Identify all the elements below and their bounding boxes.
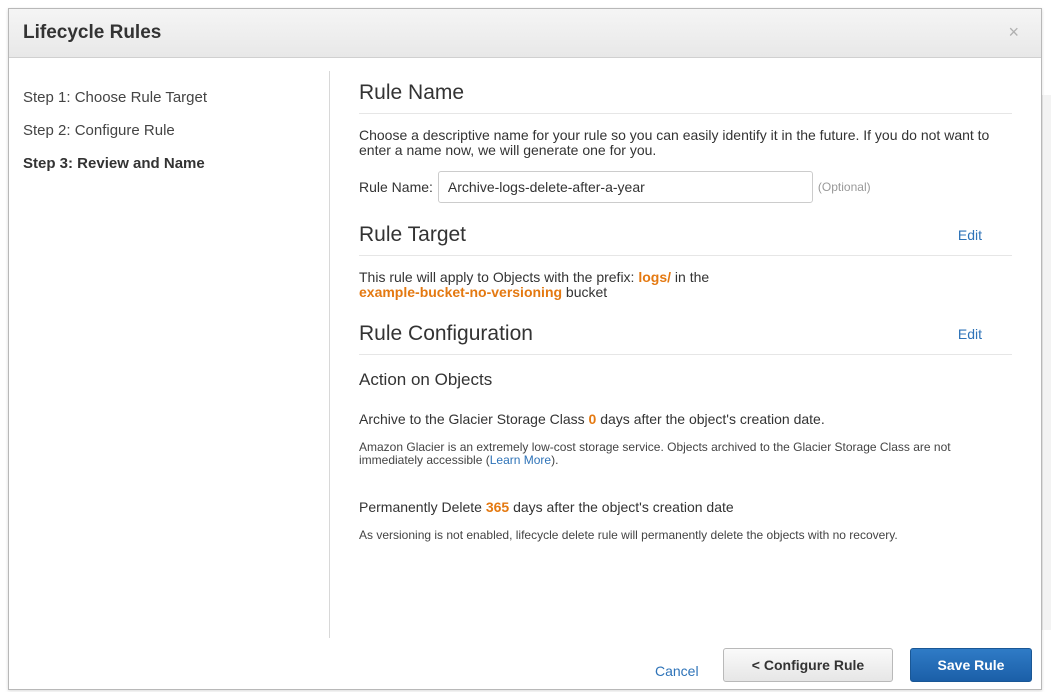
review-panel: Rule Name Choose a descriptive name for … [359, 81, 1012, 542]
rule-name-input[interactable] [437, 171, 813, 203]
step-configure-rule[interactable]: Step 2: Configure Rule [23, 122, 323, 139]
rule-name-label: Rule Name: [359, 179, 433, 195]
learn-more-link[interactable]: Learn More [490, 453, 551, 467]
rule-target-heading: Rule Target Edit [359, 223, 1012, 256]
rule-name-heading: Rule Name [359, 81, 1012, 114]
archive-rule-text: Archive to the Glacier Storage Class 0 d… [359, 412, 1012, 427]
optional-label: (Optional) [817, 180, 871, 194]
rule-configuration-heading: Rule Configuration Edit [359, 322, 1012, 355]
delete-text-after: days after the object's creation date [509, 499, 734, 515]
dialog-header: Lifecycle Rules × [9, 9, 1041, 58]
prefix-suffix: in the [671, 269, 710, 285]
configure-rule-back-button[interactable]: < Configure Rule [723, 648, 893, 682]
rule-target-title: Rule Target [359, 223, 467, 246]
bucket-suffix: bucket [562, 284, 608, 300]
archive-text-before: Archive to the Glacier Storage Class [359, 411, 589, 427]
delete-rule-text: Permanently Delete 365 days after the ob… [359, 500, 1012, 515]
prefix-value: logs/ [638, 269, 672, 285]
rule-target-edit-link[interactable]: Edit [958, 227, 982, 243]
wizard-steps: Step 1: Choose Rule Target Step 2: Confi… [23, 89, 323, 188]
archive-text-after: days after the object's creation date. [596, 411, 825, 427]
archive-note-after: ). [551, 453, 559, 467]
dialog-title: Lifecycle Rules [23, 22, 162, 43]
steps-divider [329, 71, 330, 638]
action-on-objects-title: Action on Objects [359, 370, 493, 389]
save-rule-button[interactable]: Save Rule [910, 648, 1032, 682]
rule-name-row: Rule Name: (Optional) [359, 171, 1012, 203]
rule-configuration-title: Rule Configuration [359, 322, 533, 345]
rule-name-title: Rule Name [359, 81, 465, 104]
rule-target-description: This rule will apply to Objects with the… [359, 270, 1012, 300]
delete-text-before: Permanently Delete [359, 499, 486, 515]
bucket-name: example-bucket-no-versioning [359, 284, 563, 300]
archive-note-before: Amazon Glacier is an extremely low-cost … [359, 440, 951, 467]
step-review-and-name: Step 3: Review and Name [23, 155, 205, 172]
delete-note: As versioning is not enabled, lifecycle … [359, 528, 898, 542]
lifecycle-rules-dialog: Lifecycle Rules × Step 1: Choose Rule Ta… [8, 8, 1042, 690]
close-icon[interactable]: × [1008, 23, 1019, 41]
rule-name-description: Choose a descriptive name for your rule … [359, 127, 990, 158]
step-choose-rule-target[interactable]: Step 1: Choose Rule Target [23, 89, 323, 106]
rule-configuration-edit-link[interactable]: Edit [958, 326, 982, 342]
prefix-intro: This rule will apply to Objects with the… [359, 269, 639, 285]
delete-days: 365 [485, 499, 510, 515]
cancel-link[interactable]: Cancel [655, 663, 699, 679]
archive-note: Amazon Glacier is an extremely low-cost … [359, 441, 1012, 467]
page-scrollbar[interactable] [1042, 95, 1051, 630]
